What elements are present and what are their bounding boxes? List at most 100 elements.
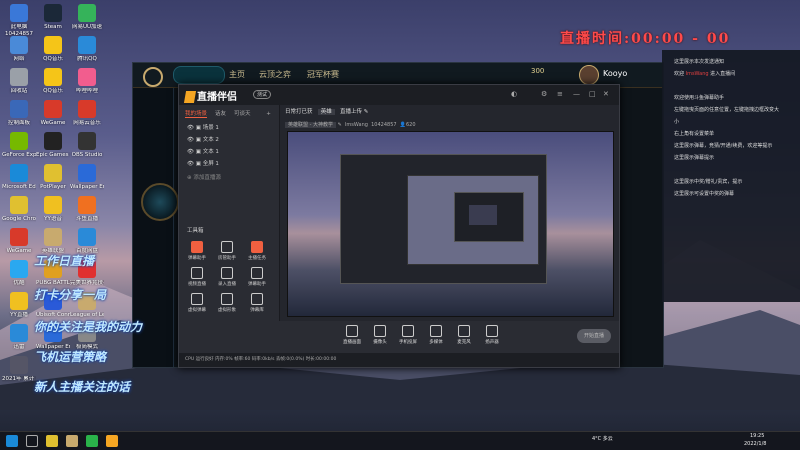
desktop-icon[interactable]: OBS Studio	[70, 132, 104, 159]
source-button[interactable]: 多媒体	[423, 325, 449, 345]
stream-preview[interactable]	[287, 131, 614, 317]
app-icon	[10, 100, 28, 118]
tool-label: 弹幕助手	[188, 256, 206, 261]
source-button[interactable]: 扬声器	[479, 325, 505, 345]
desktop-icon[interactable]: 腾讯QQ	[70, 36, 104, 63]
desktop-icon[interactable]: 英雄联盟	[36, 228, 70, 255]
toolbox-item[interactable]: 弹幕助手	[245, 267, 269, 287]
desktop-icon[interactable]: 网易UU加速	[70, 4, 104, 31]
upload-tag[interactable]: 直播上传	[340, 109, 362, 115]
desktop-icon[interactable]: 迅雷	[2, 324, 36, 351]
desktop-icon[interactable]: 2021年 累计 Fi世界	[2, 356, 36, 383]
toolbox-item[interactable]: 弹幕库	[245, 293, 269, 313]
desktop-icon[interactable]: 哔哩哔哩	[70, 68, 104, 95]
settings-icon[interactable]: ⚙	[541, 90, 547, 98]
clock-time[interactable]: 19:25	[750, 433, 764, 439]
category-tag[interactable]: 英雄	[317, 109, 335, 115]
source-button[interactable]: 手机投屏	[395, 325, 421, 345]
desktop-icon[interactable]: 此电脑 10424857	[2, 4, 36, 37]
maximize-icon[interactable]: □	[589, 90, 596, 98]
desktop-icon[interactable]: QQ音乐	[36, 36, 70, 63]
desktop-icon[interactable]: Epic Games Launcher	[36, 132, 70, 159]
overlay-text-1: 工作日直播	[34, 254, 95, 268]
desktop-icon[interactable]: 百度网盘	[70, 228, 104, 255]
add-source-button[interactable]: ⊕ 添加直播源	[187, 173, 221, 181]
stream-time-banner: 直播时间:00:00 - 00	[560, 31, 731, 47]
scene-item[interactable]: 👁 ▣ 全屏 1	[187, 159, 219, 167]
app-icon	[78, 132, 96, 150]
toolbox-item[interactable]: 房管助手	[215, 241, 239, 261]
start-live-button[interactable]: 开始直播	[577, 329, 611, 343]
desktop-icon[interactable]: YY直播	[2, 292, 36, 319]
app-icon	[10, 164, 28, 182]
source-button[interactable]: 麦克风	[451, 325, 477, 345]
desktop-icon[interactable]: WeGame	[36, 100, 70, 127]
app-icon	[78, 164, 96, 182]
desktop-icon[interactable]: 优酷	[2, 260, 36, 287]
toolbox-item[interactable]: 虚拟弹幕	[185, 293, 209, 313]
play-button[interactable]	[173, 66, 225, 84]
app-icon	[10, 132, 28, 150]
tab-my-scenes[interactable]: 我的场景	[185, 111, 208, 118]
wechat-icon[interactable]	[86, 435, 98, 447]
search-icon[interactable]	[26, 435, 38, 447]
desktop-icon-label: Microsoft Edge	[2, 184, 36, 190]
source-button[interactable]: 直播画面	[339, 325, 365, 345]
desktop-icon[interactable]: WeGame	[2, 228, 36, 255]
desktop-icon[interactable]: Microsoft Edge	[2, 164, 36, 191]
desktop-icon[interactable]: Steam	[36, 4, 70, 31]
source-icon	[402, 325, 414, 337]
desktop-icon[interactable]: Google Chrome	[2, 196, 36, 223]
avatar[interactable]	[579, 65, 599, 85]
desktop-icon-label: QQ音乐	[43, 56, 63, 62]
desktop-icon[interactable]: PotPlayer	[36, 164, 70, 191]
toolbox-item[interactable]: 录入直播	[215, 267, 239, 287]
game-nav-cup[interactable]: 冠军杯赛	[307, 69, 339, 80]
app-icon	[44, 196, 62, 214]
logo-mark-icon	[183, 91, 197, 103]
desktop-icon[interactable]: 回收站	[2, 68, 36, 95]
desktop-icon[interactable]: 控制面板	[2, 100, 36, 127]
toolbox-item[interactable]: 主播任务	[245, 241, 269, 261]
desktop-icon[interactable]: YY语音	[36, 196, 70, 223]
toolbox-item[interactable]: 虚拟形象	[215, 293, 239, 313]
desktop-icon[interactable]: 网络	[2, 36, 36, 63]
notify-icon[interactable]: ◐	[511, 90, 517, 98]
app-logo: 直播伴侣	[183, 88, 237, 103]
tab-friends[interactable]: 话友	[215, 111, 226, 117]
chat-line: 这里展示中奖/赠礼/贵宾，提示	[674, 179, 743, 185]
app-icon	[44, 132, 62, 150]
room-tag[interactable]: 日常打已获	[285, 109, 313, 115]
desktop-icon[interactable]: Wallpaper Engine	[70, 164, 104, 191]
menu-icon[interactable]: ≡	[557, 90, 563, 98]
game-nav-tft[interactable]: 云顶之弈	[259, 69, 291, 80]
lol-taskbar-icon[interactable]	[66, 435, 78, 447]
close-icon[interactable]: ✕	[603, 90, 609, 98]
clock-date[interactable]: 2022/1/8	[744, 441, 766, 447]
game-nav-home[interactable]: 主页	[229, 69, 245, 80]
desktop-icon[interactable]: 网易云音乐	[70, 100, 104, 127]
start-icon[interactable]	[6, 435, 18, 447]
weather[interactable]: 4°C 多云	[592, 435, 613, 442]
source-label: 麦克风	[457, 340, 471, 345]
tab-chat[interactable]: 可谈天	[234, 111, 251, 117]
tool-icon	[251, 267, 263, 279]
minimize-icon[interactable]: —	[573, 90, 580, 98]
source-button[interactable]: 摄像头	[367, 325, 393, 345]
scene-item[interactable]: 👁 ▣ 文本 1	[187, 147, 219, 155]
source-icon	[486, 325, 498, 337]
toolbox-item[interactable]: 视频直播	[185, 267, 209, 287]
stream-app-taskbar-icon[interactable]	[106, 435, 118, 447]
desktop-icon[interactable]: GeForce Experience	[2, 132, 36, 159]
scene-item[interactable]: 👁 ▣ 场景 1	[187, 123, 219, 131]
add-scene-button[interactable]: +	[266, 111, 271, 117]
desktop-icon[interactable]: QQ音乐	[36, 68, 70, 95]
scene-item[interactable]: 👁 ▣ 文本 2	[187, 135, 219, 143]
chrome-icon[interactable]	[46, 435, 58, 447]
desktop-icon[interactable]: 斗鱼直播	[70, 196, 104, 223]
app-title-bar: 直播伴侣 测试 ◐ ⚙ ≡ — □ ✕	[179, 85, 619, 105]
app-icon	[10, 36, 28, 54]
room-title[interactable]: 英雄联盟 - 大神教学	[285, 122, 336, 128]
toolbox-item[interactable]: 弹幕助手	[185, 241, 209, 261]
tool-icon	[191, 267, 203, 279]
